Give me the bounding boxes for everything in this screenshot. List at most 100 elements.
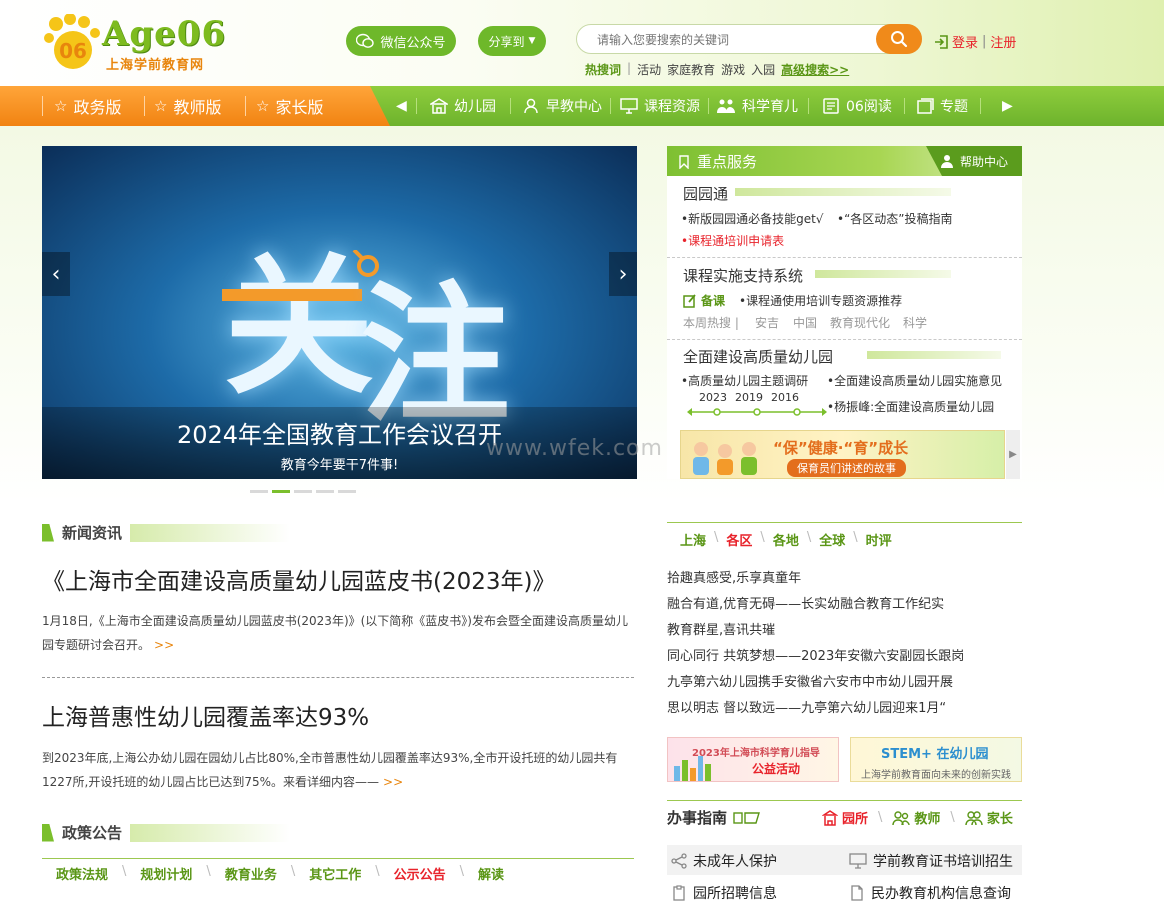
hot-word[interactable]: 家庭教育 [667,61,715,78]
hot-word[interactable]: 中国 [793,314,817,331]
service-section-title[interactable]: 全面建设高质量幼儿园 [683,346,833,367]
nav-prev-arrow[interactable]: ◀ [396,86,407,126]
guide-tab-active[interactable]: 园所 [822,808,868,827]
caret-right-icon: ▶ [1009,449,1017,460]
regional-news-item[interactable]: 教育群星,喜讯共璀 [667,619,775,638]
region-tabs: 上海 \ 各区 \ 各地 \ 全球 \ 时评 [680,530,892,549]
ad-science-parenting[interactable]: 2023年上海市科学育儿指导 公益活动 [667,737,839,782]
promo-next-button[interactable]: ▶ [1006,430,1020,479]
policy-tab-active[interactable]: 公示公告 [394,864,446,883]
service-link[interactable]: •杨振峰:全面建设高质量幼儿园 [827,398,994,415]
regional-news-item[interactable]: 九亭第六幼儿园携手安徽省六安市中市幼儿园开展 [667,671,953,690]
news-headline[interactable]: 《上海市全面建设高质量幼儿园蓝皮书(2023年)》 [42,562,555,596]
news-title-label[interactable]: 新闻资讯 [62,522,122,543]
region-tab[interactable]: 时评 [866,530,892,549]
banner-slider[interactable]: 关 注 2024年全国教育工作会议召开 教育今年要干7件事! ‹ › [42,146,637,479]
nav-channel-early-education[interactable]: 早教中心 [522,86,602,126]
service-section-title[interactable]: 课程实施支持系统 [683,265,803,286]
guide-item-certificate-training[interactable]: 学前教育证书培训招生 [849,851,1013,871]
slider-dot[interactable] [338,490,356,493]
nav-version-teacher[interactable]: ☆ 教师版 [154,86,221,126]
region-tab[interactable]: 上海 [680,530,706,549]
news-headline[interactable]: 上海普惠性幼儿园覆盖率达93% [42,698,369,732]
read-more-link[interactable]: >> [154,638,174,652]
guide-tab[interactable]: 家长 [965,808,1013,827]
slider-dot[interactable] [316,490,334,493]
edit-icon [683,293,696,308]
service-section-title[interactable]: 园园通 [683,183,728,204]
read-more-link[interactable]: >> [383,775,403,789]
ad-stem-kindergarten[interactable]: STEM+ 在幼儿园 上海学前教育面向未来的创新实践 [850,737,1022,782]
help-center-button[interactable]: 帮助中心 [926,146,1022,176]
guide-title-label[interactable]: 办事指南 [667,807,727,828]
policy-tab[interactable]: 教育业务 [225,864,277,883]
service-link[interactable]: •新版园园通必备技能get√ [681,210,823,227]
service-link[interactable]: •高质量幼儿园主题调研 [681,372,808,389]
login-link[interactable]: 登录 [952,32,978,51]
login-area: 登录 | 注册 [934,32,1016,51]
news-summary-text: 到2023年底,上海公办幼儿园在园幼儿占比80%,全市普惠性幼儿园覆盖率达93%… [42,751,618,789]
policy-tab[interactable]: 其它工作 [309,864,361,883]
register-link[interactable]: 注册 [990,32,1016,51]
guide-item-recruitment[interactable]: 园所招聘信息 [671,883,777,903]
hot-word[interactable]: 游戏 [721,61,745,78]
clipboard-icon [673,885,685,901]
guide-tab[interactable]: 教师 [892,808,940,827]
regional-news-item[interactable]: 思以明志 督以致远——九亭第六幼儿园迎来1月“ [667,697,946,716]
hot-word[interactable]: 入园 [751,61,775,78]
caret-down-icon: ▼ [528,36,536,46]
nav-version-government[interactable]: ☆ 政务版 [54,86,121,126]
nav-channel-topics[interactable]: 专题 [916,86,968,126]
paw-logo-icon: 06 [44,14,100,69]
timeline-year[interactable]: 2019 [735,391,763,404]
policy-tab[interactable]: 规划计划 [140,864,192,883]
regional-news-item[interactable]: 拾趣真感受,乐享真童年 [667,567,801,586]
share-button[interactable]: 分享到 ▼ [478,26,546,56]
nav-version-parent[interactable]: ☆ 家长版 [256,86,323,126]
timeline-year[interactable]: 2016 [771,391,799,404]
regional-news-item[interactable]: 同心同行 共筑梦想——2023年安徽六安副园长跟岗 [667,645,964,664]
nav-channel-reading[interactable]: 06阅读 [822,86,892,126]
service-link-red[interactable]: •课程通培训申请表 [681,232,784,249]
search-button[interactable] [876,24,922,54]
nav-channel-parenting[interactable]: 科学育儿 [716,86,798,126]
nav-channel-label: 早教中心 [546,99,602,115]
advanced-search-link[interactable]: 高级搜索>> [781,61,849,78]
guide-item-minor-protection[interactable]: 未成年人保护 [671,851,777,871]
nav-channel-label: 专题 [940,99,968,115]
wechat-button[interactable]: 微信公众号 [346,26,456,56]
region-tab[interactable]: 各地 [773,530,799,549]
nav-channel-kindergarten[interactable]: 幼儿园 [430,86,496,126]
service-link[interactable]: •课程通使用培训专题资源推荐 [739,292,902,309]
slider-dot-active[interactable] [272,490,290,493]
service-link[interactable]: •全面建设高质量幼儿园实施意见 [827,372,1002,389]
svg-text:06: 06 [59,39,87,63]
hot-word[interactable]: 科学 [903,314,927,331]
search-input[interactable] [597,30,867,50]
site-logo[interactable]: 06 Age06 上海学前教育网 [42,12,225,73]
promo-banner[interactable]: “保”健康·“育”成长 保育员们讲述的故事 [680,430,1005,479]
news-summary: 到2023年底,上海公办幼儿园在园幼儿占比80%,全市普惠性幼儿园覆盖率达93%… [42,746,634,794]
service-link[interactable]: •“各区动态”投稿指南 [837,210,953,227]
beike-link[interactable]: 备课 [683,292,725,309]
slider-prev-button[interactable]: ‹ [42,252,70,296]
logo-brand: Age06 [102,14,227,54]
region-tab[interactable]: 全球 [819,530,845,549]
slider-dot[interactable] [294,490,312,493]
nav-channel-course-resources[interactable]: 课程资源 [620,86,700,126]
children-illustration-icon [693,442,757,475]
region-tab-active[interactable]: 各区 [726,530,752,549]
policy-tab[interactable]: 解读 [478,864,504,883]
nav-next-arrow[interactable]: ▶ [1002,86,1013,126]
policy-title-label[interactable]: 政策公告 [62,822,122,843]
hot-word[interactable]: 活动 [637,61,661,78]
hot-word[interactable]: 教育现代化 [830,314,890,331]
hot-word[interactable]: 安吉 [755,314,779,331]
guide-item-private-institution-query[interactable]: 民办教育机构信息查询 [849,883,1011,903]
slider-next-button[interactable]: › [609,252,637,296]
regional-news-item[interactable]: 融合有道,优育无碍——长实幼融合教育工作纪实 [667,593,944,612]
slider-dot[interactable] [250,490,268,493]
policy-tab[interactable]: 政策法规 [56,864,108,883]
family-icon [717,99,735,113]
timeline-year[interactable]: 2023 [699,391,727,404]
